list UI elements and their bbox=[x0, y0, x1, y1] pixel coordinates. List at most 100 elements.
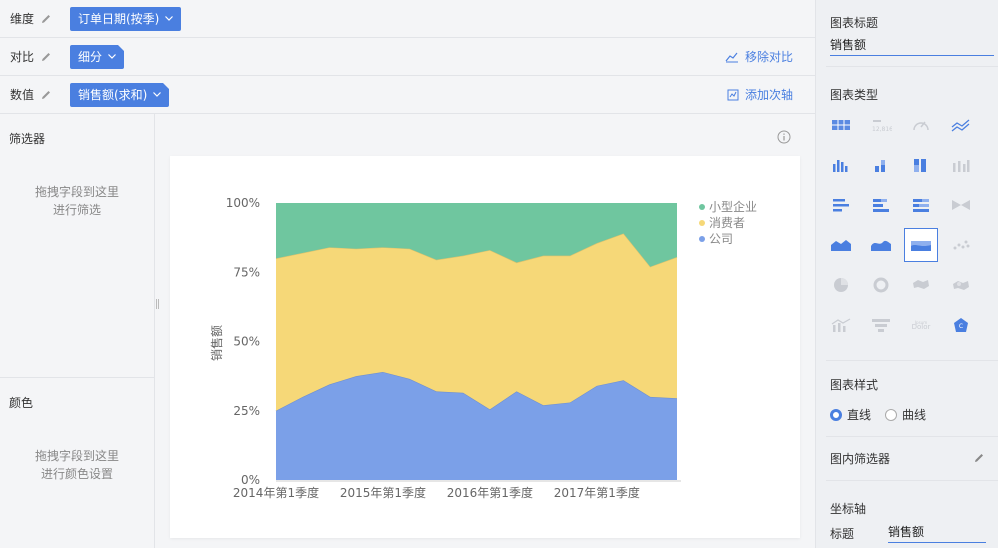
left-panel: 筛选器 拖拽字段到这里 进行筛选 颜色 拖拽字段到这里 进行颜色设置 bbox=[0, 114, 155, 548]
legend-dot bbox=[699, 204, 705, 210]
chart-type-stacked-column[interactable] bbox=[864, 148, 898, 182]
dimension-chip[interactable]: 订单日期(按季) bbox=[70, 6, 182, 31]
chart-style-options: 直线 曲线 bbox=[830, 406, 940, 423]
compare-row: 对比 细分 移除对比 bbox=[0, 38, 815, 76]
style-option-line[interactable]: 直线 bbox=[830, 406, 871, 423]
percent-column-icon bbox=[914, 159, 926, 172]
map-icon bbox=[913, 280, 929, 289]
legend-dot bbox=[699, 220, 705, 226]
chart-type-percent-bar[interactable] bbox=[904, 188, 938, 222]
donut-icon bbox=[873, 277, 889, 293]
chart-type-bubble-map[interactable] bbox=[944, 268, 978, 302]
inner-filter-label: 图内筛选器 bbox=[830, 452, 891, 466]
chart-type-area[interactable] bbox=[824, 228, 858, 262]
pencil-icon[interactable] bbox=[40, 51, 52, 63]
y-tick-label: 25% bbox=[233, 404, 260, 418]
butterfly-icon bbox=[952, 200, 970, 210]
line-icon bbox=[951, 119, 970, 132]
pencil-icon[interactable] bbox=[973, 452, 985, 464]
chart-type-percent-column[interactable] bbox=[904, 148, 938, 182]
info-icon[interactable] bbox=[777, 130, 791, 144]
divider bbox=[826, 480, 998, 481]
x-tick-label: 2017年第1季度 bbox=[554, 485, 640, 500]
filter-hint-line2: 进行筛选 bbox=[52, 203, 101, 217]
chart-type-smooth-area[interactable] bbox=[864, 228, 898, 262]
y-tick-label: 100% bbox=[226, 196, 260, 210]
x-tick-label: 2015年第1季度 bbox=[340, 485, 426, 500]
axis-title-label: 标题 bbox=[830, 527, 855, 541]
dimension-row: 维度 订单日期(按季) bbox=[0, 0, 815, 38]
legend-item[interactable]: 公司 bbox=[709, 232, 733, 246]
chevron-down-icon bbox=[153, 92, 162, 97]
axis-title-input[interactable]: 销售额 bbox=[888, 521, 986, 543]
radio-checked bbox=[830, 408, 842, 421]
y-tick-label: 50% bbox=[233, 335, 260, 349]
combo-icon bbox=[831, 318, 851, 332]
chart-type-donut[interactable] bbox=[864, 268, 898, 302]
compare-label: 对比 bbox=[10, 50, 35, 64]
secondary-axis-icon bbox=[727, 89, 739, 100]
chart-type-combo[interactable] bbox=[824, 308, 858, 342]
chart-type-map[interactable] bbox=[904, 268, 938, 302]
chart-style-label: 图表样式 bbox=[830, 378, 879, 392]
stacked-bar-icon bbox=[873, 199, 889, 212]
chart-type-range-column[interactable] bbox=[944, 148, 978, 182]
stacked-column-icon bbox=[875, 160, 885, 172]
chart-title-label: 图表标题 bbox=[830, 16, 879, 30]
legend-item[interactable]: 小型企业 bbox=[709, 199, 757, 214]
style-option-curve-label: 曲线 bbox=[902, 408, 927, 422]
range-column-icon bbox=[953, 160, 970, 172]
compare-chip[interactable]: 细分 bbox=[70, 44, 125, 69]
style-option-line-label: 直线 bbox=[847, 408, 872, 422]
y-tick-label: 75% bbox=[233, 265, 260, 279]
dimension-label: 维度 bbox=[10, 12, 35, 26]
filter-section[interactable]: 筛选器 拖拽字段到这里 进行筛选 bbox=[0, 114, 154, 219]
chart-type-butterfly[interactable] bbox=[944, 188, 978, 222]
chart-type-scatter[interactable] bbox=[944, 228, 978, 262]
chart-type-kpi-card[interactable]: 12,816 bbox=[864, 108, 898, 142]
pie-icon bbox=[834, 278, 848, 292]
remove-compare-button[interactable]: 移除对比 bbox=[725, 48, 815, 65]
kpi-card-icon: 12,816 bbox=[872, 120, 892, 133]
chart-type-pie[interactable] bbox=[824, 268, 858, 302]
remove-compare-label: 移除对比 bbox=[744, 50, 793, 64]
pencil-icon[interactable] bbox=[40, 89, 52, 101]
chart-type-gauge[interactable] bbox=[904, 108, 938, 142]
value-chip[interactable]: 销售额(求和) bbox=[70, 82, 170, 107]
axis-label: 坐标轴 bbox=[830, 502, 867, 516]
divider bbox=[826, 66, 998, 67]
color-section[interactable]: 颜色 拖拽字段到这里 进行颜色设置 bbox=[0, 378, 154, 483]
radio-unchecked bbox=[885, 408, 898, 421]
filter-title: 筛选器 bbox=[9, 132, 46, 146]
panel-resize-handle[interactable] bbox=[156, 299, 159, 309]
chart-type-table[interactable] bbox=[824, 108, 858, 142]
chart-type-bar[interactable] bbox=[824, 188, 858, 222]
percent-bar-icon bbox=[913, 199, 929, 212]
funnel-icon bbox=[872, 319, 890, 332]
pencil-icon[interactable] bbox=[40, 13, 52, 25]
chart-type-column[interactable] bbox=[824, 148, 858, 182]
divider bbox=[826, 436, 998, 437]
add-secondary-axis-button[interactable]: 添加次轴 bbox=[727, 86, 815, 103]
dimension-chip-label: 订单日期(按季) bbox=[78, 12, 160, 26]
chart-type-word-cloud[interactable]: Ipsum Dolor bbox=[904, 308, 938, 342]
chart-type-funnel[interactable] bbox=[864, 308, 898, 342]
chart-title-input[interactable]: 销售额 bbox=[830, 34, 994, 56]
style-option-curve[interactable]: 曲线 bbox=[885, 406, 926, 423]
gauge-icon bbox=[913, 121, 929, 131]
chart-type-percent-area[interactable] bbox=[904, 228, 938, 262]
chart-type-stacked-bar[interactable] bbox=[864, 188, 898, 222]
color-hint-line1: 拖拽字段到这里 bbox=[34, 449, 119, 463]
value-row: 数值 销售额(求和) 添加次轴 bbox=[0, 76, 815, 114]
bubble-map-icon bbox=[953, 281, 969, 290]
percent-area-chart: 0% 25% 50% 75% 100% 2014年第1季度 2015年第1季度 2016年第… bbox=[209, 196, 757, 500]
color-title: 颜色 bbox=[9, 396, 34, 410]
svg-text:12,816: 12,816 bbox=[872, 126, 892, 133]
chart-type-radar[interactable]: C bbox=[944, 308, 978, 342]
chart-type-line[interactable] bbox=[944, 108, 978, 142]
value-chip-label: 销售额(求和) bbox=[78, 88, 148, 102]
add-secondary-axis-label: 添加次轴 bbox=[744, 88, 793, 102]
filter-hint-line1: 拖拽字段到这里 bbox=[34, 185, 119, 199]
legend-item[interactable]: 消费者 bbox=[709, 216, 745, 230]
chart-canvas: 0% 25% 50% 75% 100% 2014年第1季度 2015年第1季度 2016年第… bbox=[170, 156, 800, 538]
